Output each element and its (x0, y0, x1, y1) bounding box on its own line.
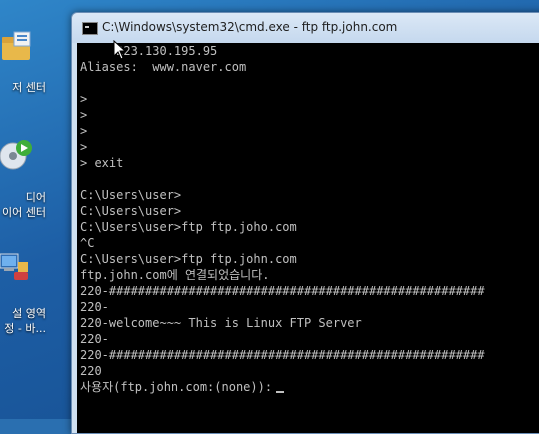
title-bar[interactable]: C:\Windows\system32\cmd.exe - ftp ftp.jo… (72, 13, 539, 43)
console-line: C:\Users\user>ftp ftp.john.com (80, 252, 297, 266)
console-line: 220-####################################… (80, 284, 485, 298)
console-line: 220-welcome~~~ This is Linux FTP Server (80, 316, 362, 330)
console-line: 220-####################################… (80, 348, 485, 362)
cmd-window: C:\Windows\system32\cmd.exe - ftp ftp.jo… (71, 12, 539, 434)
folder-icon (2, 31, 31, 60)
text-cursor (276, 391, 285, 393)
desktop-item-network-area[interactable]: 설 영역 정 - 바... (0, 250, 60, 340)
console-line: > (80, 92, 88, 106)
console-line: Aliases: www.naver.com (80, 60, 247, 74)
console-line: > (80, 140, 88, 154)
console-output[interactable]: 223.130.195.95 Aliases: www.naver.com > … (77, 43, 539, 433)
console-line: 220 (80, 364, 102, 378)
console-prompt-line[interactable]: 사용자(ftp.john.com:(none)): (80, 379, 285, 395)
console-line: C:\Users\user>ftp ftp.joho.com (80, 220, 297, 234)
console-line: C:\Users\user> (80, 188, 182, 202)
username-prompt: 사용자(ftp.john.com:(none)): (80, 380, 273, 394)
mouse-pointer-icon (113, 40, 127, 60)
console-line: > exit (80, 156, 124, 170)
console-line: 223.130.195.95 (80, 44, 218, 58)
window-title: C:\Windows\system32\cmd.exe - ftp ftp.jo… (102, 20, 398, 34)
desktop-item-control-center[interactable]: 저 센터 (0, 25, 60, 100)
desktop-item-media-center[interactable]: 디어 이어 센터 (0, 135, 60, 225)
console-line: 220- (80, 300, 109, 314)
console-line: ^C (80, 236, 95, 250)
console-line: 220- (80, 332, 109, 346)
media-center-icon (0, 140, 32, 170)
desktop-item-label: 저 센터 (12, 81, 46, 94)
cmd-icon (82, 22, 98, 35)
desktop-item-label: 정 - 바... (4, 322, 46, 335)
console-line: C:\Users\user> (80, 204, 182, 218)
console-line: ftp.john.com에 연결되었습니다. (80, 268, 270, 282)
console-line: > (80, 108, 88, 122)
network-icon (0, 253, 28, 280)
desktop-item-label: 이어 센터 (2, 206, 46, 219)
desktop-item-label: 설 영역 (12, 307, 46, 320)
desktop-item-label: 디어 (25, 191, 46, 204)
console-line: > (80, 124, 88, 138)
